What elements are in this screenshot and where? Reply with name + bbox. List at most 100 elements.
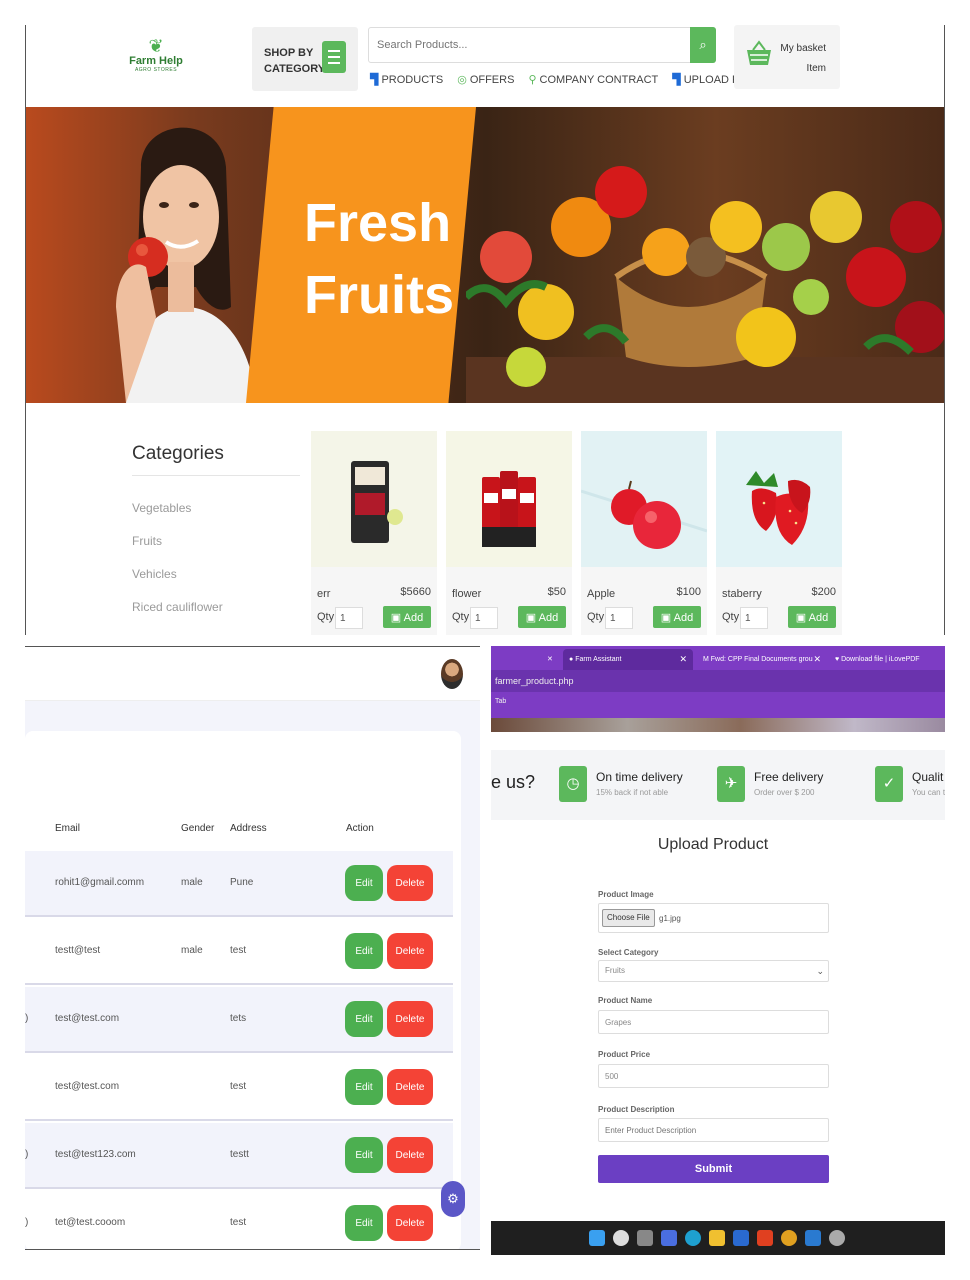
delete-button[interactable]: Delete: [387, 1137, 433, 1173]
search-icon[interactable]: [613, 1230, 629, 1246]
my-basket-button[interactable]: My basket Item: [734, 25, 840, 89]
search-input[interactable]: [369, 28, 679, 62]
add-to-cart-button[interactable]: ▣ Add: [788, 606, 836, 628]
cart-icon: ▜: [370, 74, 379, 86]
qty-input[interactable]: [740, 607, 768, 629]
farm-help-logo[interactable]: ❦ Farm Help AGRO STORES: [124, 37, 188, 73]
user-address: test: [230, 945, 247, 956]
settings-icon[interactable]: [829, 1230, 845, 1246]
product-name: err: [317, 588, 331, 600]
category-vegetables[interactable]: Vegetables: [132, 501, 191, 515]
nav-products[interactable]: ▜ PRODUCTS: [370, 73, 443, 86]
product-name-input[interactable]: [598, 1010, 829, 1034]
edge-icon[interactable]: [685, 1230, 701, 1246]
product-description-input[interactable]: [598, 1118, 829, 1142]
choose-file-button[interactable]: Choose File: [602, 909, 655, 927]
product-price-input[interactable]: [598, 1064, 829, 1088]
logo-name: Farm Help: [129, 55, 183, 67]
store-panel: ❦ Farm Help AGRO STORES SHOP BY CATEGORY…: [25, 25, 945, 635]
product-name: staberry: [722, 588, 762, 600]
settings-gear-icon[interactable]: ⚙: [441, 1181, 465, 1217]
shop-by-category-label: SHOP BY CATEGORY: [264, 45, 325, 77]
tab-farm-assistant[interactable]: ● Farm Assistant ✕: [563, 649, 693, 670]
nav-company-contract[interactable]: ⚲ COMPANY CONTRACT: [528, 73, 658, 86]
basket-icon: [744, 39, 774, 75]
windows-start-icon[interactable]: [589, 1230, 605, 1246]
check-icon: ✓: [875, 766, 903, 802]
product-card: flower $50 Qty ▣ Add: [446, 431, 572, 635]
delete-button[interactable]: Delete: [387, 1069, 433, 1105]
task-view-icon[interactable]: [637, 1230, 653, 1246]
basket-label: My basket: [780, 43, 826, 54]
hero-title: Fresh Fruits: [304, 193, 455, 325]
shop-by-line1: SHOP BY: [264, 47, 314, 59]
product-description-label: Product Description: [598, 1105, 675, 1114]
edit-button[interactable]: Edit: [345, 1137, 383, 1173]
hero-banner: Fresh Fruits: [26, 107, 944, 403]
woman-eating-apple-image: [116, 127, 256, 403]
close-icon[interactable]: ✕: [547, 649, 559, 670]
delete-button[interactable]: Delete: [387, 1205, 433, 1241]
edit-button[interactable]: Edit: [345, 933, 383, 969]
table-row: testt@test male test Edit Delete: [25, 919, 453, 985]
edit-button[interactable]: Edit: [345, 1069, 383, 1105]
user-address: test: [230, 1217, 247, 1228]
add-to-cart-button[interactable]: ▣ Add: [383, 606, 431, 628]
close-icon[interactable]: ✕: [813, 649, 821, 670]
qty-label: Qty: [317, 611, 335, 623]
user-address: tets: [230, 1013, 247, 1024]
qty-input[interactable]: [470, 607, 498, 629]
banner-strip-image: [491, 718, 945, 732]
app-icon[interactable]: [805, 1230, 821, 1246]
edit-button[interactable]: Edit: [345, 865, 383, 901]
features-strip: e us? ◷ On time delivery 15% back if not…: [491, 750, 945, 820]
fruit-basket-image: [466, 166, 944, 403]
avatar[interactable]: [441, 659, 463, 689]
delete-button[interactable]: Delete: [387, 1001, 433, 1037]
edit-button[interactable]: Edit: [345, 1001, 383, 1037]
folder-icon[interactable]: [709, 1230, 725, 1246]
shop-by-category-button[interactable]: SHOP BY CATEGORY: [252, 27, 358, 91]
pin-icon: ⚲: [528, 74, 537, 86]
add-to-cart-button[interactable]: ▣ Add: [653, 606, 701, 628]
category-select[interactable]: Fruits ⌄: [598, 960, 829, 982]
qty-input[interactable]: [605, 607, 633, 629]
product-price: $100: [676, 586, 701, 598]
table-row: ) test@test123.com testt Edit Delete: [25, 1123, 453, 1189]
product-name: Apple: [587, 588, 616, 600]
category-fruits[interactable]: Fruits: [132, 534, 162, 548]
tab-ilovepdf[interactable]: ♥ Download file | iLovePDF: [829, 649, 945, 670]
cart-icon: ▣: [660, 611, 674, 624]
bookmarks-bar[interactable]: Tab: [491, 692, 945, 718]
basket-item-label: Item: [806, 63, 826, 74]
close-icon[interactable]: ✕: [679, 649, 687, 670]
product-name: flower: [452, 588, 482, 600]
product-price: $200: [811, 586, 836, 598]
delete-button[interactable]: Delete: [387, 933, 433, 969]
search-button[interactable]: ⌕: [690, 27, 716, 63]
category-vehicles[interactable]: Vehicles: [132, 567, 177, 581]
url-bar[interactable]: farmer_product.php: [491, 670, 945, 692]
qty-input[interactable]: [335, 607, 363, 629]
product-price-label: Product Price: [598, 1050, 651, 1059]
user-email: test@test.com: [55, 1013, 120, 1024]
delete-button[interactable]: Delete: [387, 865, 433, 901]
chrome-icon[interactable]: [781, 1230, 797, 1246]
chat-icon[interactable]: [661, 1230, 677, 1246]
product-price: $5660: [400, 586, 431, 598]
table-row: ) test@test.com tets Edit Delete: [25, 987, 453, 1053]
shop-by-line2: CATEGORY: [264, 63, 326, 75]
submit-button[interactable]: Submit: [598, 1155, 829, 1183]
qty-label: Qty: [452, 611, 470, 623]
add-to-cart-button[interactable]: ▣ Add: [518, 606, 566, 628]
category-riced-cauliflower[interactable]: Riced cauliflower: [132, 600, 223, 614]
hamburger-icon[interactable]: [322, 41, 346, 73]
file-name: g1.jpg: [659, 914, 681, 923]
nav-offers[interactable]: ◎ OFFERS: [457, 73, 514, 86]
edit-button[interactable]: Edit: [345, 1205, 383, 1241]
store-icon[interactable]: [733, 1230, 749, 1246]
product-card: Apple $100 Qty ▣ Add: [581, 431, 707, 635]
tab-fwd-cpp[interactable]: M Fwd: CPP Final Documents grou ✕: [697, 649, 827, 670]
product-image: [716, 431, 842, 567]
office-icon[interactable]: [757, 1230, 773, 1246]
